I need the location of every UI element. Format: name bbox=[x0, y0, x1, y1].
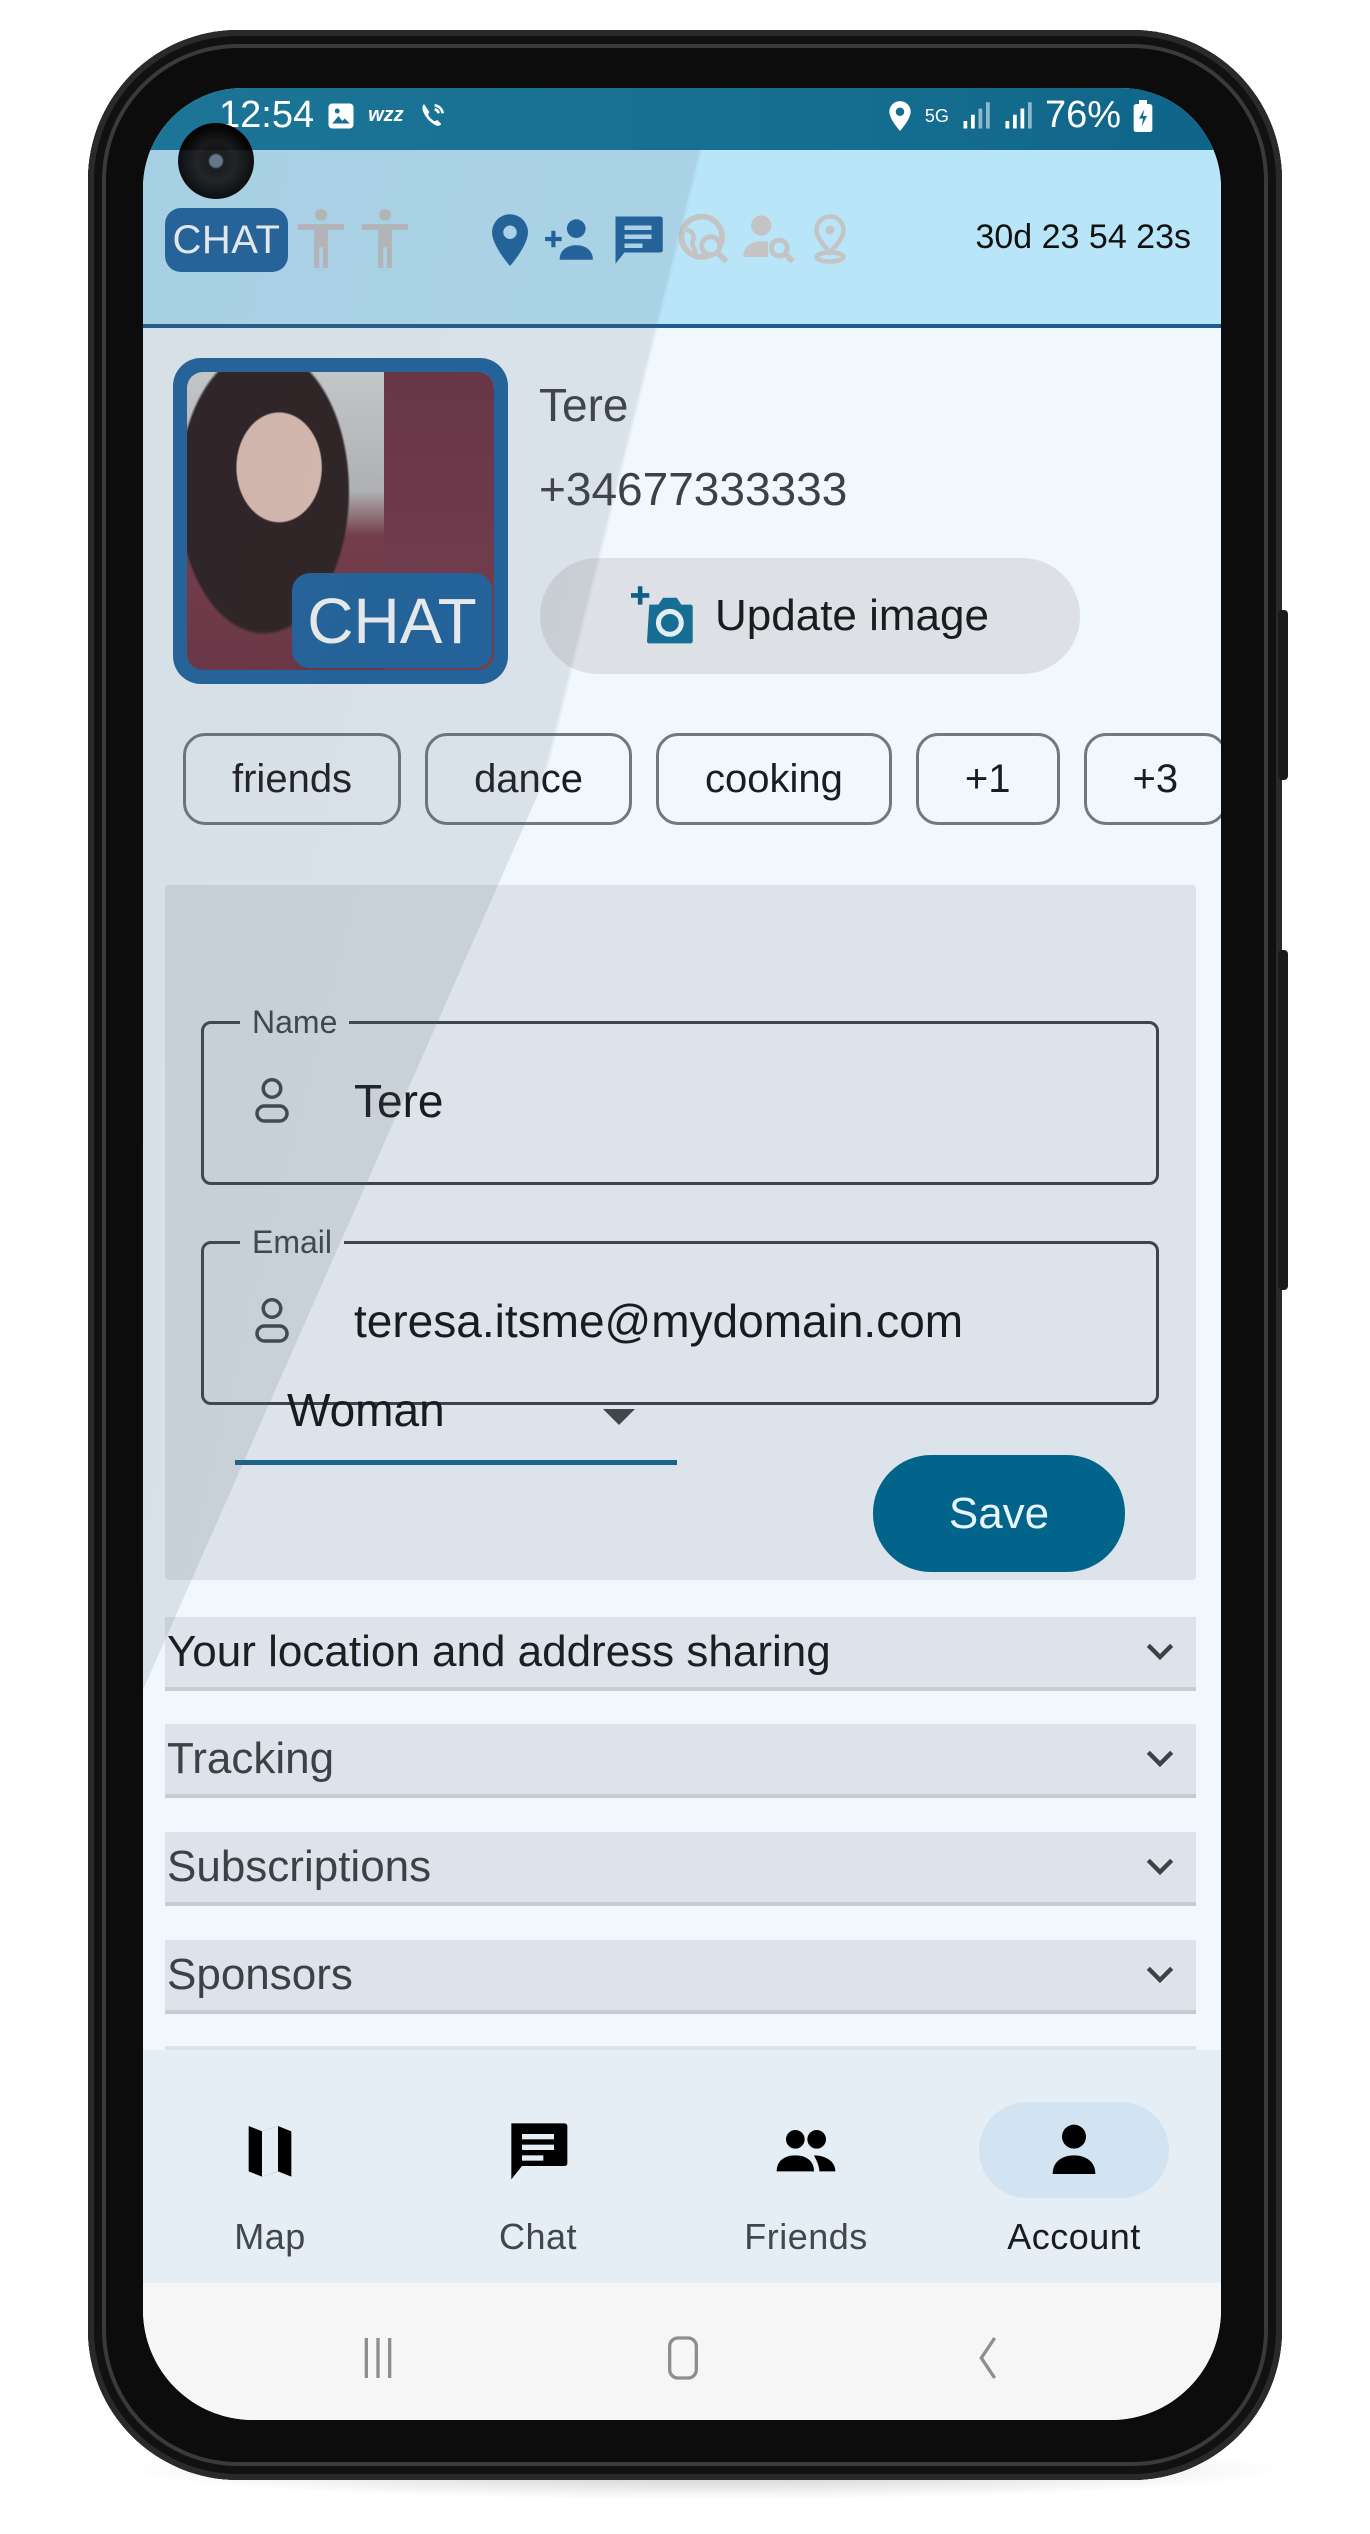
chevron-down-icon bbox=[1146, 1858, 1174, 1876]
nav-item-chat[interactable]: Chat bbox=[438, 2050, 638, 2283]
battery-icon bbox=[1133, 99, 1153, 132]
home-icon[interactable] bbox=[653, 2333, 713, 2383]
person-outline-icon bbox=[255, 1078, 289, 1123]
chat-logo-badge[interactable]: CHAT bbox=[165, 208, 288, 272]
nav-label: Account bbox=[1007, 2216, 1141, 2257]
wzz-icon: wzz bbox=[368, 104, 404, 126]
globe-search-icon[interactable] bbox=[677, 212, 731, 266]
nav-item-account[interactable]: Account bbox=[974, 2050, 1174, 2283]
front-camera bbox=[178, 123, 254, 199]
app-header: CHAT 30d 23 54 23s bbox=[143, 150, 1221, 328]
map-icon bbox=[248, 2126, 292, 2177]
battery-percent: 76% bbox=[1044, 94, 1121, 136]
status-bar: 12:54 wzz 5G 76% bbox=[143, 88, 1221, 150]
chevron-down-icon bbox=[1146, 1966, 1174, 1984]
chevron-down-icon bbox=[1146, 1643, 1174, 1661]
location-outline-icon[interactable] bbox=[803, 212, 857, 266]
profile-phone: +34677333333 bbox=[539, 463, 848, 515]
chip[interactable]: cooking bbox=[656, 733, 892, 825]
save-button[interactable]: Save bbox=[873, 1455, 1125, 1572]
gender-selected-value: Woman bbox=[287, 1384, 445, 1436]
add-person-icon[interactable] bbox=[543, 212, 597, 266]
avatar-chat-badge: CHAT bbox=[292, 573, 492, 668]
person-standing-icon[interactable] bbox=[293, 208, 349, 268]
wifi-call-icon bbox=[416, 100, 448, 132]
dropdown-arrow-icon bbox=[603, 1409, 635, 1425]
location-pin-icon[interactable] bbox=[483, 212, 537, 266]
countdown-timer: 30d 23 54 23s bbox=[975, 218, 1191, 256]
profile-name: Tere bbox=[539, 379, 629, 431]
name-field-value: Tere bbox=[354, 1075, 444, 1127]
accordion-title: Tracking bbox=[167, 1734, 335, 1783]
nav-item-friends[interactable]: Friends bbox=[706, 2050, 906, 2283]
name-field[interactable]: Name Tere bbox=[201, 1004, 1159, 1185]
bottom-navigation: Map Chat Friends Account bbox=[143, 2050, 1221, 2283]
nav-label: Friends bbox=[744, 2216, 868, 2257]
chip[interactable]: friends bbox=[183, 733, 402, 825]
signal-icon-2 bbox=[1003, 101, 1033, 131]
accordion-sponsors[interactable]: Sponsors bbox=[165, 1940, 1196, 2014]
chat-icon bbox=[511, 2123, 568, 2180]
accordion-tracking[interactable]: Tracking bbox=[165, 1724, 1196, 1798]
add-photo-icon bbox=[631, 586, 693, 644]
accordion-title: Subscriptions bbox=[167, 1842, 432, 1891]
nav-label: Chat bbox=[498, 2216, 578, 2257]
profile-form: Name Tere Email teresa.itsme@mydomain.co… bbox=[165, 885, 1196, 1580]
recent-apps-icon[interactable] bbox=[348, 2333, 408, 2383]
screen: 12:54 wzz 5G 76% CHAT 30d 23 54 23s CHAT… bbox=[143, 88, 1221, 2420]
account-icon bbox=[1052, 2124, 1096, 2174]
power-button bbox=[1278, 950, 1288, 1290]
volume-button bbox=[1278, 610, 1288, 780]
chip[interactable]: +3 bbox=[1083, 733, 1221, 825]
nav-label: Map bbox=[234, 2216, 306, 2257]
network-type: 5G bbox=[924, 105, 949, 126]
profile-avatar[interactable]: CHAT bbox=[173, 358, 508, 684]
update-image-label: Update image bbox=[715, 591, 989, 640]
gallery-icon bbox=[326, 101, 356, 131]
gender-dropdown[interactable]: Woman bbox=[235, 1365, 677, 1465]
accordion-title: Your location and address sharing bbox=[167, 1627, 831, 1676]
chevron-down-icon bbox=[1146, 1750, 1174, 1768]
accordion-title: Sponsors bbox=[167, 1950, 353, 1999]
email-field-label: Email bbox=[240, 1224, 345, 1261]
chip[interactable]: dance bbox=[425, 733, 633, 825]
interest-chips: friends dance cooking +1 +3 bbox=[183, 733, 1221, 825]
email-field-value: teresa.itsme@mydomain.com bbox=[354, 1295, 964, 1347]
person-outline-icon bbox=[255, 1298, 289, 1343]
accordion-subscriptions[interactable]: Subscriptions bbox=[165, 1832, 1196, 1906]
friends-icon bbox=[776, 2130, 836, 2172]
update-image-button[interactable]: Update image bbox=[540, 558, 1080, 674]
back-icon[interactable] bbox=[958, 2333, 1018, 2383]
location-icon bbox=[887, 100, 913, 132]
accordion-location-sharing[interactable]: Your location and address sharing bbox=[165, 1617, 1196, 1691]
person-standing-icon[interactable] bbox=[357, 208, 413, 268]
nav-item-map[interactable]: Map bbox=[170, 2050, 370, 2283]
system-navigation-bar bbox=[143, 2283, 1221, 2420]
person-search-icon[interactable] bbox=[741, 212, 795, 266]
name-field-label: Name bbox=[240, 1004, 350, 1041]
chat-message-icon[interactable] bbox=[611, 212, 665, 266]
signal-icon bbox=[961, 101, 991, 131]
chip[interactable]: +1 bbox=[915, 733, 1060, 825]
